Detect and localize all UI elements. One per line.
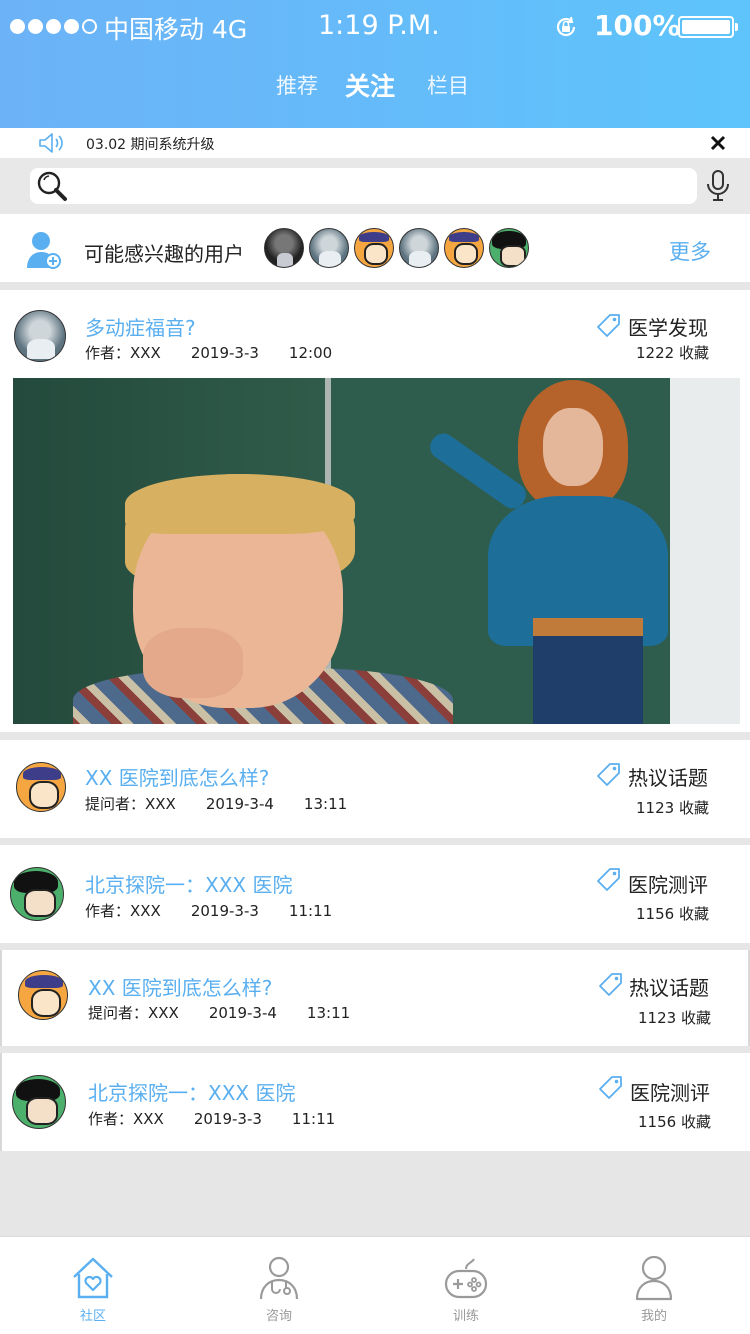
speaker-icon	[39, 133, 63, 153]
post-meta: 提问者：XXX 2019-3-4 13:11	[85, 793, 377, 814]
profile-icon	[635, 1255, 673, 1301]
search-icon[interactable]	[36, 170, 68, 202]
post-collect-count: 1123 收藏	[638, 1009, 711, 1027]
rotation-lock-icon	[556, 16, 576, 37]
post-author: 作者：XXX	[88, 1110, 164, 1128]
gamepad-icon	[444, 1258, 488, 1299]
post-date: 2019-3-3	[190, 902, 259, 920]
tabbar-label: 社区	[79, 1309, 106, 1324]
avatar[interactable]	[399, 228, 439, 268]
post-title[interactable]: 北京探院一：XXX 医院	[85, 869, 292, 898]
tag-icon	[597, 868, 620, 891]
suggested-users-title: 可能感兴趣的用户	[84, 242, 244, 266]
battery-icon	[678, 16, 738, 38]
tabbar-item-consult[interactable]: 咨询	[219, 1237, 339, 1334]
post-tag[interactable]: 热议话题	[628, 762, 708, 791]
suggested-users-bar: 可能感兴趣的用户 更多	[0, 214, 750, 282]
post-date: 2019-3-4	[205, 795, 274, 813]
post-card[interactable]: XX 医院到底怎么样? 提问者：XXX 2019-3-4 13:11 热议话题 11…	[0, 950, 750, 1046]
post-title[interactable]: 北京探院一：XXX 医院	[88, 1077, 295, 1106]
battery-percent: 100%	[594, 9, 681, 42]
post-author: 作者：XXX	[85, 344, 161, 362]
status-bar: 中国移动 4G 1:19 P.M. 100%	[0, 0, 750, 56]
avatar[interactable]	[18, 970, 68, 1020]
app-header: 中国移动 4G 1:19 P.M. 100% 推荐 关注 栏目	[0, 0, 750, 128]
tab-following[interactable]: 关注	[345, 67, 395, 103]
notice-bar: 03.02 期间系统升级	[0, 128, 750, 158]
post-meta: 作者：XXX 2019-3-3 12:00	[85, 342, 362, 363]
post-date: 2019-3-3	[193, 1110, 262, 1128]
post-title[interactable]: XX 医院到底怎么样?	[88, 972, 272, 1001]
tab-recommend[interactable]: 推荐	[276, 70, 318, 100]
post-collect-count: 1156 收藏	[636, 905, 709, 923]
post-meta: 作者：XXX 2019-3-3 11:11	[85, 900, 362, 921]
microphone-icon[interactable]	[705, 170, 731, 202]
post-title[interactable]: 多动症福音?	[85, 312, 196, 341]
post-time: 11:11	[291, 1110, 336, 1128]
post-card[interactable]: 多动症福音? 作者：XXX 2019-3-3 12:00 医学发现 1222 收藏	[0, 290, 750, 732]
post-date: 2019-3-3	[190, 344, 259, 362]
post-card[interactable]: XX 医院到底怎么样? 提问者：XXX 2019-3-4 13:11 热议话题 11…	[0, 740, 750, 838]
tag-icon	[597, 763, 620, 786]
tabbar-label: 训练	[452, 1309, 479, 1324]
avatar[interactable]	[444, 228, 484, 268]
post-tag[interactable]: 医院测评	[628, 869, 708, 898]
tag-icon	[597, 314, 620, 337]
close-icon[interactable]	[708, 133, 728, 153]
post-time: 13:11	[306, 1004, 351, 1022]
post-meta: 作者：XXX 2019-3-3 11:11	[88, 1108, 365, 1129]
notice-text: 03.02 期间系统升级	[86, 137, 215, 153]
more-users-link[interactable]: 更多	[669, 236, 711, 266]
avatar[interactable]	[264, 228, 304, 268]
post-author: 提问者：XXX	[88, 1004, 179, 1022]
post-collect-count: 1156 收藏	[638, 1113, 711, 1131]
post-meta: 提问者：XXX 2019-3-4 13:11	[88, 1002, 380, 1023]
status-time: 1:19 P.M.	[318, 10, 440, 41]
avatar[interactable]	[10, 867, 64, 921]
post-date: 2019-3-4	[208, 1004, 277, 1022]
tag-icon	[599, 1076, 622, 1099]
post-image[interactable]	[13, 378, 740, 724]
post-time: 13:11	[303, 795, 348, 813]
tabbar-label: 我的	[640, 1309, 667, 1324]
post-tag[interactable]: 热议话题	[629, 972, 709, 1001]
user-plus-icon	[27, 232, 61, 269]
post-time: 11:11	[288, 902, 333, 920]
avatar[interactable]	[489, 228, 529, 268]
post-time: 12:00	[288, 344, 333, 362]
suggested-avatars	[264, 228, 529, 268]
avatar[interactable]	[16, 762, 66, 812]
post-collect-count: 1222 收藏	[636, 344, 709, 362]
post-tag[interactable]: 医院测评	[630, 1077, 710, 1106]
post-collect-count: 1123 收藏	[636, 799, 709, 817]
post-tag[interactable]: 医学发现	[628, 312, 708, 341]
tabbar-label: 咨询	[265, 1309, 292, 1324]
tabbar-item-community[interactable]: 社区	[33, 1237, 153, 1334]
post-card[interactable]: 北京探院一：XXX 医院 作者：XXX 2019-3-3 11:11 医院测评 11…	[0, 1053, 750, 1151]
post-author: 作者：XXX	[85, 902, 161, 920]
search-bar	[0, 158, 750, 214]
doctor-icon	[259, 1256, 299, 1300]
home-heart-icon	[73, 1257, 113, 1299]
tab-columns[interactable]: 栏目	[427, 70, 469, 100]
avatar[interactable]	[354, 228, 394, 268]
signal-strength-icon	[10, 19, 97, 34]
top-tabs: 推荐 关注 栏目	[0, 70, 750, 110]
tabbar-item-training[interactable]: 训练	[406, 1237, 526, 1334]
bottom-tab-bar: 社区 咨询 训练 我的	[0, 1236, 750, 1334]
post-author: 提问者：XXX	[85, 795, 176, 813]
avatar[interactable]	[309, 228, 349, 268]
carrier-label: 中国移动 4G	[104, 15, 248, 44]
avatar[interactable]	[12, 1075, 66, 1129]
tag-icon	[599, 973, 622, 996]
post-title[interactable]: XX 医院到底怎么样?	[85, 762, 269, 791]
tabbar-item-mine[interactable]: 我的	[594, 1237, 714, 1334]
avatar[interactable]	[14, 310, 66, 362]
post-card[interactable]: 北京探院一：XXX 医院 作者：XXX 2019-3-3 11:11 医院测评 11…	[0, 845, 750, 943]
search-input[interactable]	[30, 168, 697, 204]
